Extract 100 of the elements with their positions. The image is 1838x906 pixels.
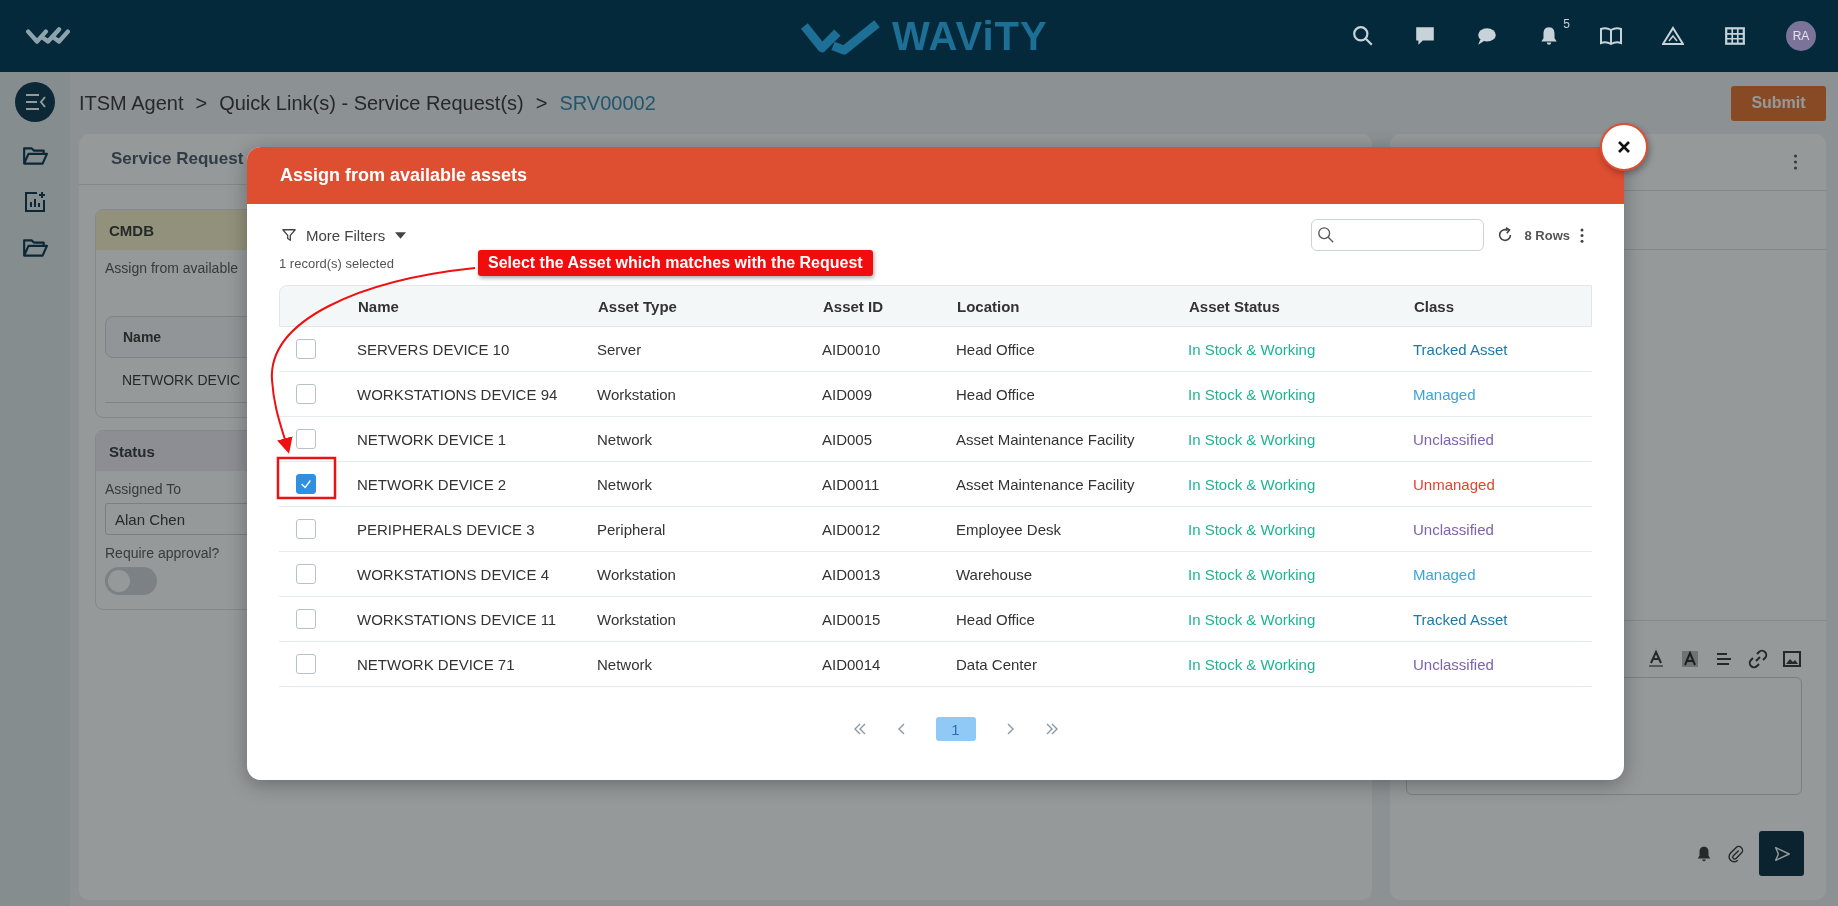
search-icon[interactable] (1352, 25, 1374, 47)
selection-count: 1 record(s) selected (279, 256, 394, 271)
checkmark-icon (299, 477, 313, 491)
row-checkbox[interactable] (296, 654, 316, 674)
column-header: Location (957, 297, 1021, 315)
link-icon[interactable] (1748, 649, 1768, 669)
breadcrumb-link[interactable]: Quick Link(s) - Service Request(s) (219, 91, 524, 115)
send-icon (1772, 844, 1791, 863)
table-cell-text: Peripheral (597, 520, 667, 538)
column-header: Name (358, 297, 400, 315)
status-text: In Stock & Working (1187, 385, 1317, 403)
search-field[interactable] (1311, 219, 1485, 251)
table-cell-text: Asset Maintenance Facility (956, 475, 1136, 493)
caret-icon (395, 231, 407, 239)
close-button[interactable] (1600, 123, 1648, 171)
table-cell-text: WORKSTATIONS DEVICE 94 (357, 385, 559, 403)
field-label: Assigned To (105, 481, 181, 497)
status-text: In Stock & Working (1187, 340, 1317, 358)
table-cell-text: NETWORK DEVICE 2 (357, 475, 508, 493)
close-icon (1616, 139, 1632, 155)
table-cell-text: Warehouse (956, 565, 1034, 583)
table-cell-text: AID009 (822, 385, 874, 403)
filter-icon (282, 228, 296, 242)
class-label: Managed (1413, 385, 1476, 403)
brand-name: WAViTY (892, 14, 1048, 59)
grid-icon[interactable] (1724, 25, 1746, 47)
triangle-icon[interactable] (1662, 25, 1684, 47)
breadcrumb-link[interactable]: ITSM Agent (79, 91, 184, 115)
row-checkbox[interactable] (296, 519, 316, 539)
table-cell-text: Data Center (956, 655, 1038, 673)
status-text: In Stock & Working (1187, 475, 1317, 493)
table-cell-text: AID0013 (822, 565, 882, 583)
menu-icon[interactable] (15, 82, 55, 122)
paperclip-icon[interactable] (1727, 844, 1745, 863)
table-cell-text: Workstation (597, 610, 677, 628)
table-cell-text: WORKSTATIONS DEVICE 4 (357, 565, 550, 583)
field-label: Require approval? (105, 545, 220, 561)
status-text: In Stock & Working (1187, 610, 1317, 628)
table-cell-text: Employee Desk (956, 520, 1063, 538)
table-cell-text: AID005 (822, 430, 874, 448)
class-label: Unclassified (1413, 430, 1494, 448)
row-checkbox[interactable] (296, 564, 316, 584)
table-cell-text: AID0015 (822, 610, 882, 628)
folder-icon[interactable] (22, 144, 48, 168)
row-checkbox[interactable] (296, 474, 316, 494)
chart-icon[interactable] (22, 190, 48, 214)
status-text: In Stock & Working (1187, 565, 1317, 583)
row-checkbox[interactable] (296, 429, 316, 449)
rows-count: 8 Rows (1524, 227, 1570, 243)
more-icon[interactable] (1793, 154, 1798, 170)
panel-title: CMDB (109, 221, 154, 239)
table-cell-text: Server (597, 340, 643, 358)
panel-text: Assign from available (105, 260, 239, 276)
class-label: Unmanaged (1413, 475, 1495, 493)
class-label: Tracked Asset (1413, 340, 1508, 358)
search-icon (1317, 226, 1336, 244)
breadcrumb-separator: > (535, 91, 548, 115)
card-tab[interactable]: Service Request (111, 149, 244, 169)
class-label: Unclassified (1413, 520, 1494, 538)
more-filters-button[interactable]: More Filters (279, 226, 407, 244)
column-header: Name (123, 329, 162, 345)
text-color-icon[interactable] (1646, 649, 1666, 669)
more-icon[interactable] (1580, 227, 1584, 243)
table-cell-text: NETWORK DEVICE 1 (357, 430, 508, 448)
message-icon[interactable] (1414, 25, 1436, 47)
class-label: Tracked Asset (1413, 610, 1508, 628)
highlight-frame (276, 456, 337, 500)
table-cell-text: Asset Maintenance Facility (956, 430, 1136, 448)
send-button[interactable] (1759, 831, 1804, 876)
row-checkbox[interactable] (296, 339, 316, 359)
table-cell-text: Network (597, 655, 653, 673)
table-cell-text: Head Office (956, 340, 1036, 358)
bell-icon[interactable] (1695, 844, 1713, 863)
column-header: Asset Type (598, 297, 678, 315)
page-button[interactable]: 1 (935, 717, 976, 741)
column-header: Asset ID (823, 297, 885, 315)
folder-icon[interactable] (22, 236, 48, 260)
annotation-callout: Select the Asset which matches with the Request (478, 250, 873, 276)
row-checkbox[interactable] (296, 609, 316, 629)
column-header: Asset Status (1188, 297, 1281, 315)
highlight-icon[interactable] (1680, 649, 1700, 669)
breadcrumb-link[interactable]: SRV00002 (559, 91, 656, 115)
status-text: In Stock & Working (1187, 520, 1317, 538)
table-cell-text: Network (597, 430, 653, 448)
table-cell-text: AID0010 (822, 340, 882, 358)
status-text: In Stock & Working (1187, 430, 1317, 448)
chat-bubble-icon[interactable] (1476, 25, 1498, 47)
user-avatar[interactable]: RA (1786, 21, 1816, 51)
approval-toggle[interactable] (105, 567, 157, 595)
breadcrumb-separator: > (195, 91, 208, 115)
table-cell-text: WORKSTATIONS DEVICE 11 (357, 610, 558, 628)
table-cell-text: AID0012 (822, 520, 882, 538)
logo-icon[interactable] (26, 25, 70, 47)
image-icon[interactable] (1782, 649, 1802, 669)
row-checkbox[interactable] (296, 384, 316, 404)
dialog-title: Assign from available assets (280, 165, 528, 186)
column-header: Class (1413, 297, 1456, 315)
book-icon[interactable] (1600, 25, 1622, 47)
bell-icon[interactable] (1538, 25, 1560, 47)
submit-button[interactable]: Submit (1731, 85, 1826, 121)
